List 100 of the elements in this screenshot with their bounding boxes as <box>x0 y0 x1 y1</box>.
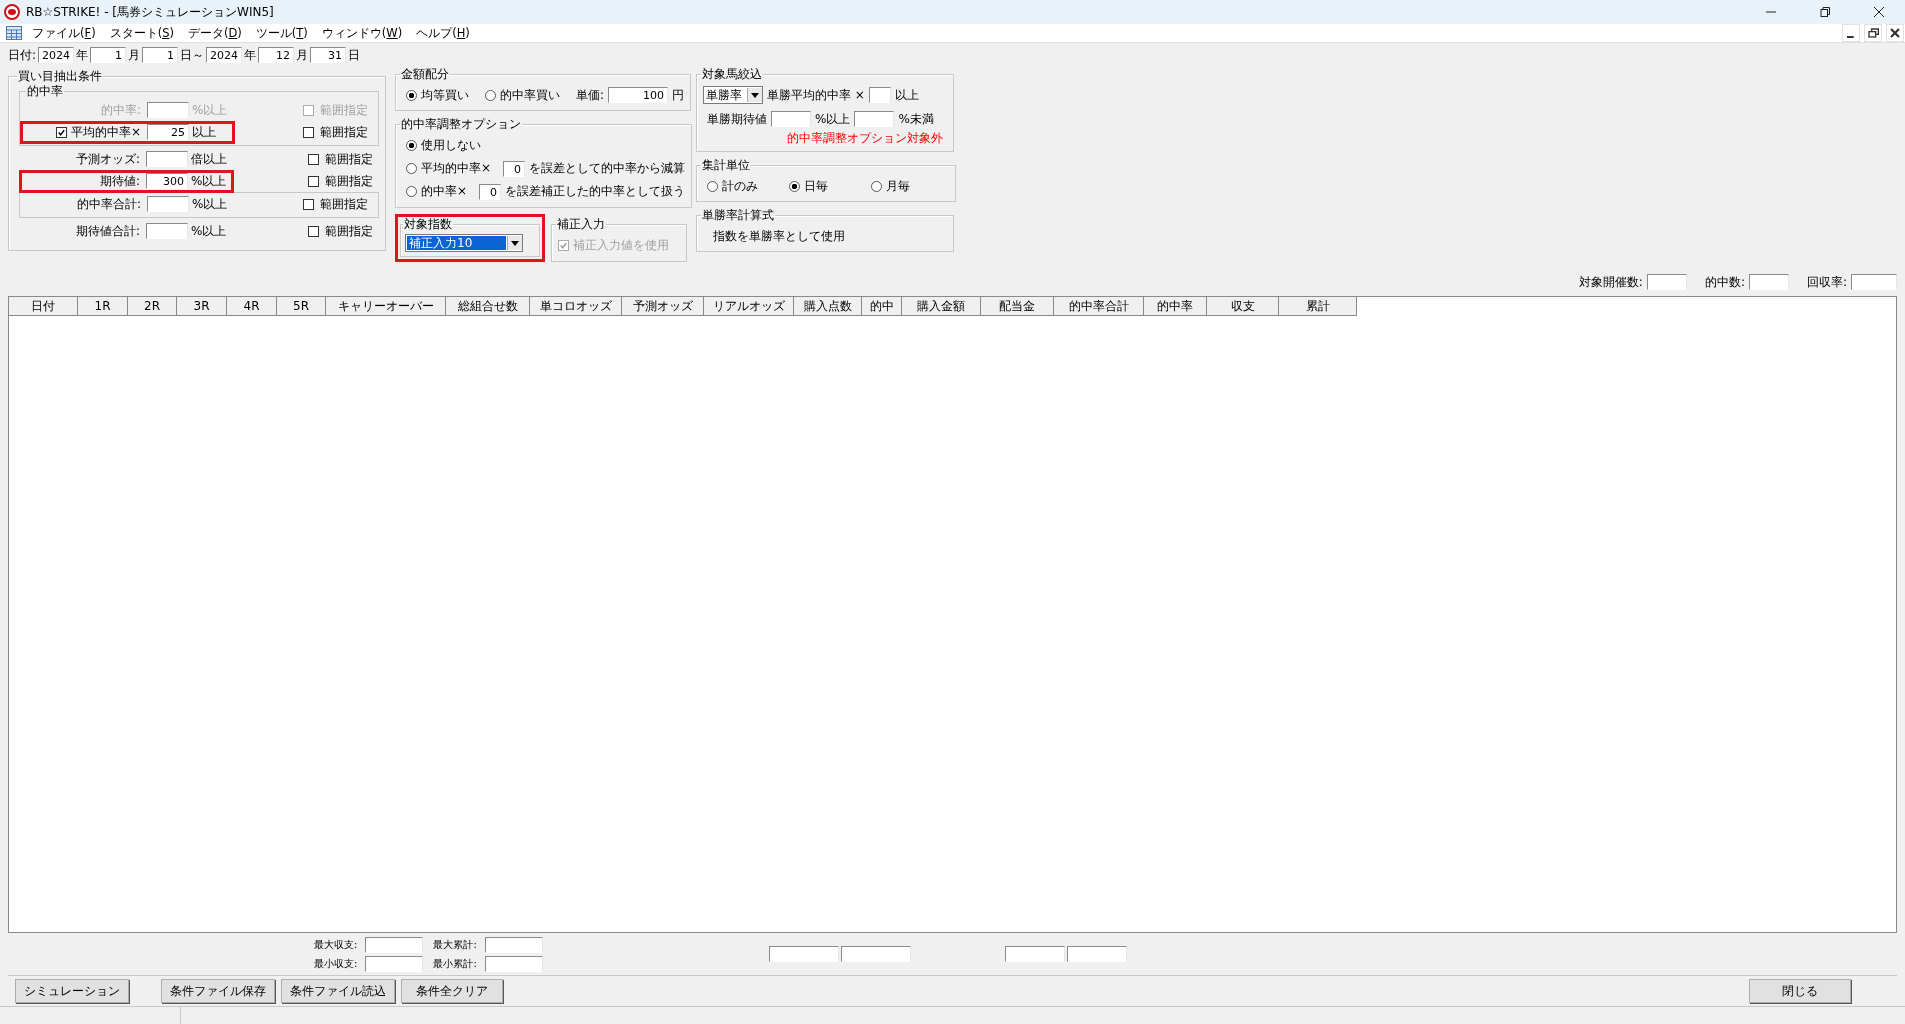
column-header[interactable]: 配当金 <box>981 297 1054 316</box>
checkbox[interactable] <box>308 153 319 165</box>
checkbox[interactable] <box>303 198 314 210</box>
column-header[interactable]: 1R <box>78 297 128 316</box>
unit-label: %以上 <box>191 172 227 190</box>
stat-field[interactable] <box>1748 274 1789 290</box>
input-field[interactable] <box>146 151 188 167</box>
unit-label: 以上 <box>894 86 919 104</box>
action-button[interactable]: 条件ファイル保存 <box>161 979 275 1003</box>
radio-button[interactable] <box>406 89 417 101</box>
rate-dropdown[interactable]: 単勝率 <box>703 86 763 104</box>
radio-label: 平均的中率× <box>421 160 492 177</box>
summary-field[interactable] <box>365 955 424 972</box>
radio-button[interactable] <box>789 180 800 192</box>
input-field[interactable] <box>146 223 188 239</box>
date-label: 日～ <box>180 46 205 64</box>
action-button[interactable]: シミュレーション <box>15 979 129 1003</box>
summary-label: 最大累計: <box>433 937 477 952</box>
group-title: 的中率 <box>26 84 64 99</box>
checkbox[interactable] <box>55 126 67 138</box>
date-field[interactable]: 2024 <box>38 47 75 63</box>
grid-icon[interactable] <box>6 26 22 40</box>
radio-button[interactable] <box>485 89 496 101</box>
index-dropdown[interactable]: 補正入力10 <box>405 234 523 252</box>
stat-field[interactable] <box>1851 274 1897 290</box>
field-label: 予測オッズ: <box>75 150 140 168</box>
column-header[interactable]: 購入点数 <box>794 297 862 316</box>
unit-label: %以上 <box>815 110 851 128</box>
date-label: 年 <box>76 46 89 64</box>
column-header[interactable]: 総組合せ数 <box>446 297 530 316</box>
column-header[interactable]: 的中率 <box>1144 297 1207 316</box>
close-icon[interactable] <box>1873 6 1885 18</box>
restore-icon[interactable] <box>1819 6 1831 18</box>
minimize-icon[interactable] <box>1842 24 1860 42</box>
column-header[interactable]: 日付 <box>9 297 78 316</box>
summary-field[interactable] <box>365 936 424 953</box>
radio-label: 的中率× <box>421 183 468 200</box>
column-header[interactable]: 3R <box>177 297 227 316</box>
column-header[interactable]: キャリーオーバー <box>326 297 446 316</box>
menu-item[interactable]: ヘルプ(H) <box>416 25 470 41</box>
price-field[interactable]: 100 <box>608 87 669 103</box>
checkbox[interactable] <box>308 225 319 237</box>
radio-button[interactable] <box>406 186 417 197</box>
column-header[interactable]: リアルオッズ <box>704 297 794 316</box>
column-header[interactable]: 単コロオッズ <box>530 297 622 316</box>
input-field[interactable]: 300 <box>146 173 188 189</box>
column-header[interactable]: 的中率合計 <box>1054 297 1144 316</box>
date-field[interactable]: 1 <box>142 47 179 63</box>
input-field[interactable] <box>868 87 891 103</box>
column-header[interactable]: 収支 <box>1207 297 1279 316</box>
formula-text: 指数を単勝率として使用 <box>713 227 845 245</box>
input-field[interactable] <box>771 111 811 127</box>
column-header[interactable]: 予測オッズ <box>622 297 704 316</box>
option-text: を誤差として的中率から減算 <box>529 160 686 177</box>
date-field[interactable]: 12 <box>258 47 295 63</box>
input-field[interactable]: 0 <box>503 160 526 177</box>
date-field[interactable]: 31 <box>310 47 347 63</box>
radio-button[interactable] <box>406 163 417 174</box>
column-header[interactable]: 累計 <box>1279 297 1357 316</box>
unit-label: 以上 <box>192 123 217 141</box>
checkbox-label: 範囲指定 <box>325 172 373 190</box>
column-header[interactable]: 2R <box>128 297 177 316</box>
column-header[interactable]: 4R <box>227 297 277 316</box>
summary-field[interactable] <box>484 955 543 972</box>
summary-field[interactable] <box>484 936 543 953</box>
menu-item[interactable]: ファイル(F) <box>32 25 96 41</box>
menu-item[interactable]: スタート(S) <box>109 25 174 41</box>
action-button[interactable]: 条件全クリア <box>401 979 503 1003</box>
input-field[interactable] <box>147 196 189 212</box>
stat-label: 回収率: <box>1806 273 1847 291</box>
action-button[interactable]: 条件ファイル読込 <box>281 979 395 1003</box>
field-label: 単勝期待値 <box>707 110 767 128</box>
radio-button[interactable] <box>871 180 882 192</box>
column-header[interactable]: 的中 <box>862 297 902 316</box>
field-label: 単価: <box>576 86 605 104</box>
date-field[interactable]: 2024 <box>206 47 243 63</box>
stat-field[interactable] <box>1646 274 1687 290</box>
menu-item[interactable]: ツール(T) <box>255 25 308 41</box>
input-field[interactable]: 25 <box>147 124 189 140</box>
menu-item[interactable]: データ(D) <box>187 25 242 41</box>
column-header[interactable]: 5R <box>277 297 326 316</box>
column-header[interactable]: 購入金額 <box>902 297 981 316</box>
unit-label: %未満 <box>898 110 934 128</box>
close-button[interactable]: 閉じる <box>1749 979 1851 1003</box>
input-field[interactable]: 0 <box>479 183 502 200</box>
checkbox-label: 範囲指定 <box>320 101 368 119</box>
date-field[interactable]: 1 <box>90 47 127 63</box>
summary-label: 最大収支: <box>314 937 358 952</box>
field-label: 的中率: <box>100 101 141 119</box>
checkbox[interactable] <box>308 175 319 187</box>
stat-label: 対象開催数: <box>1578 273 1643 291</box>
restore-icon[interactable] <box>1864 24 1882 42</box>
menu-item[interactable]: ウィンドウ(W) <box>321 25 403 41</box>
radio-button[interactable] <box>406 140 417 151</box>
radio-button[interactable] <box>707 180 718 192</box>
checkbox[interactable] <box>303 126 314 138</box>
note-text: 的中率調整オプション対象外 <box>786 130 944 147</box>
input-field[interactable] <box>854 111 895 127</box>
checkbox-label: 範囲指定 <box>325 150 373 168</box>
total-field <box>840 946 911 962</box>
